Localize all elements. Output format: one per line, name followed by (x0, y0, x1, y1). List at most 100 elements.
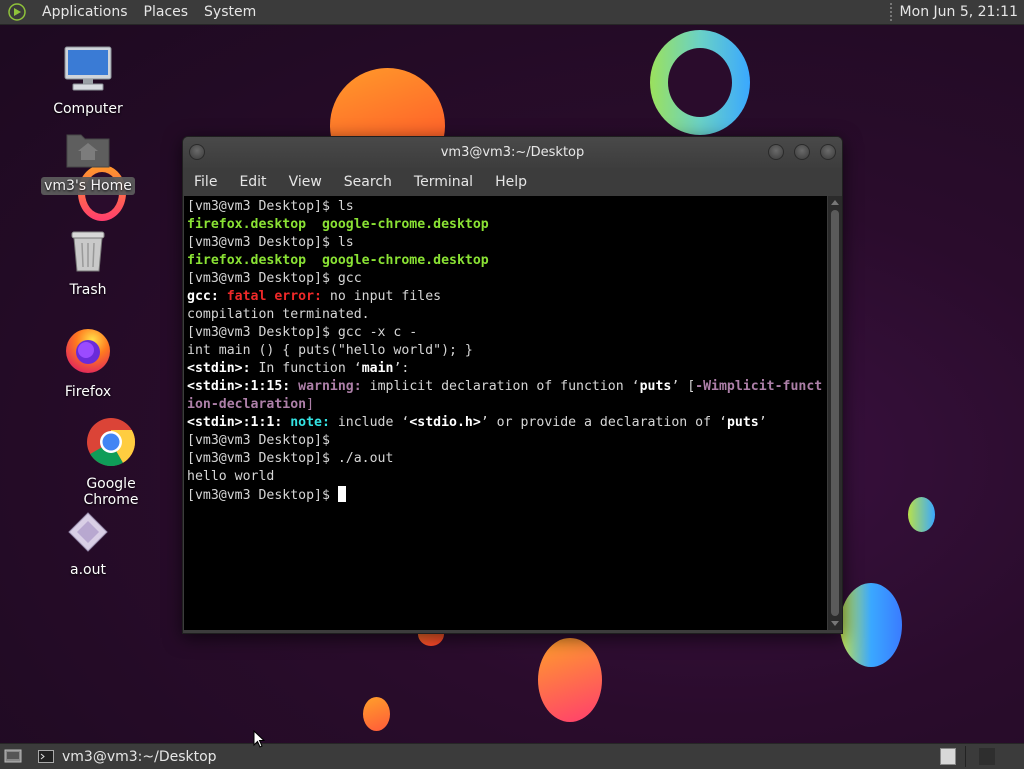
terminal-text: [vm3@vm3 Desktop]$ (187, 488, 338, 503)
wallpaper-ring (650, 30, 750, 135)
terminal-line: [vm3@vm3 Desktop]$ (187, 486, 827, 505)
desktop-icon-chrome[interactable]: Google Chrome (56, 417, 166, 509)
terminal-line: [vm3@vm3 Desktop]$ ls (187, 198, 827, 216)
window-title: vm3@vm3:~/Desktop (440, 145, 585, 160)
terminal-text: ’: (393, 361, 410, 376)
window-titlebar[interactable]: vm3@vm3:~/Desktop (183, 137, 842, 168)
terminal-text: <stdin>:1:1: (187, 415, 291, 430)
taskbar-button-terminal[interactable]: vm3@vm3:~/Desktop (38, 746, 217, 767)
workspace-separator (965, 746, 966, 767)
places-menu[interactable]: Places (136, 0, 197, 25)
bottom-panel: vm3@vm3:~/Desktop (0, 743, 1024, 769)
terminal-line: [vm3@vm3 Desktop]$ gcc -x c - (187, 324, 827, 342)
terminal-text: warning: (298, 379, 370, 394)
terminal-menubar: File Edit View Search Terminal Help (183, 168, 842, 196)
terminal-text: <stdio.h> (409, 415, 481, 430)
terminal-text: compilation terminated. (187, 307, 370, 322)
terminal-text: [vm3@vm3 Desktop]$ (187, 433, 330, 448)
wallpaper-shape (908, 497, 935, 532)
terminal-text: <stdin>: (187, 361, 251, 376)
desktop-icon-label: Trash (69, 282, 107, 298)
terminal-text: -Wimplicit-funct (695, 379, 823, 394)
wallpaper-shape (840, 583, 902, 667)
desktop-icon-home[interactable]: vm3's Home (33, 129, 143, 195)
terminal-line: [vm3@vm3 Desktop]$ ls (187, 234, 827, 252)
computer-icon (64, 46, 112, 91)
terminal-line: firefox.desktop google-chrome.desktop (187, 216, 827, 234)
terminal-line: hello world (187, 468, 827, 486)
workspace-2[interactable] (979, 748, 995, 765)
terminal-text: [vm3@vm3 Desktop]$ ls (187, 199, 354, 214)
terminal-text: ’ or provide a declaration of ‘ (480, 415, 727, 430)
close-icon[interactable] (820, 144, 836, 160)
terminal-line: firefox.desktop google-chrome.desktop (187, 252, 827, 270)
home-folder-icon (66, 134, 110, 168)
terminal-text: puts (726, 415, 759, 430)
wallpaper-shape (538, 638, 602, 722)
terminal-icon (38, 750, 54, 763)
minimize-icon[interactable] (768, 144, 784, 160)
terminal-line: int main () { puts("hello world"); } (187, 342, 827, 360)
menu-edit[interactable]: Edit (228, 174, 277, 190)
menu-search[interactable]: Search (333, 174, 403, 190)
terminal-text: ’ [ (671, 379, 696, 394)
terminal-line: gcc: fatal error: no input files (187, 288, 827, 306)
terminal-text: firefox.desktop google-chrome.desktop (187, 253, 489, 268)
terminal-text: gcc: (187, 289, 227, 304)
menu-terminal[interactable]: Terminal (403, 174, 484, 190)
menu-view[interactable]: View (278, 174, 333, 190)
chrome-icon (87, 418, 136, 467)
executable-icon (68, 512, 108, 552)
wallpaper-shape (363, 697, 390, 731)
terminal-text: implicit declaration of function ‘ (369, 379, 640, 394)
terminal-text: no input files (329, 289, 442, 304)
maximize-icon[interactable] (794, 144, 810, 160)
terminal-text: hello world (187, 469, 275, 484)
desktop-icon-a-out[interactable]: a.out (33, 511, 143, 579)
terminal-text: firefox.desktop google-chrome.desktop (187, 217, 489, 232)
distro-logo-icon[interactable] (8, 3, 26, 21)
terminal-cursor (337, 486, 346, 502)
terminal-output[interactable]: [vm3@vm3 Desktop]$ ls firefox.desktop goo… (184, 196, 827, 630)
trash-icon (71, 231, 105, 272)
menu-file[interactable]: File (183, 174, 228, 190)
terminal-line: ion-declaration] (187, 396, 827, 414)
terminal-text: int main () { puts("hello world"); } (187, 343, 473, 358)
scroll-up-icon[interactable] (831, 200, 839, 205)
terminal-line: [vm3@vm3 Desktop]$ ./a.out (187, 450, 827, 468)
desktop-icon-label: a.out (70, 562, 106, 578)
applications-menu[interactable]: Applications (34, 0, 136, 25)
terminal-text: ion-declaration (187, 397, 307, 412)
mouse-pointer-icon (253, 730, 265, 748)
panel-separator (889, 3, 892, 21)
top-panel: Applications Places System Mon Jun 5, 21… (0, 0, 1024, 25)
desktop-icon-trash[interactable]: Trash (33, 229, 143, 299)
terminal-text: note: (290, 415, 338, 430)
terminal-text: [vm3@vm3 Desktop]$ ls (187, 235, 354, 250)
terminal-window: vm3@vm3:~/Desktop File Edit View Search … (182, 136, 843, 634)
desktop-icon-computer[interactable]: Computer (33, 46, 143, 118)
scroll-down-icon[interactable] (831, 621, 839, 626)
terminal-text: include ‘ (337, 415, 410, 430)
firefox-icon (66, 329, 110, 373)
terminal-text: ] (306, 397, 315, 412)
desktop-icon-label: Google Chrome (83, 476, 139, 508)
terminal-scrollbar[interactable] (828, 196, 842, 630)
show-desktop-icon[interactable] (4, 748, 22, 764)
desktop-icon-label: Firefox (64, 384, 112, 400)
desktop-icon-label: Computer (53, 101, 123, 117)
desktop-icon-firefox[interactable]: Firefox (33, 325, 143, 401)
terminal-text: ’ (758, 415, 767, 430)
system-menu[interactable]: System (196, 0, 264, 25)
scrollbar-thumb[interactable] (831, 210, 839, 616)
clock[interactable]: Mon Jun 5, 21:11 (900, 4, 1018, 20)
terminal-text: In function ‘ (250, 361, 362, 376)
taskbar-label: vm3@vm3:~/Desktop (62, 748, 217, 765)
terminal-text: [vm3@vm3 Desktop]$ gcc (187, 271, 362, 286)
workspace-1[interactable] (940, 748, 956, 765)
menu-help[interactable]: Help (484, 174, 538, 190)
terminal-text: fatal error: (226, 289, 330, 304)
terminal-line: <stdin>:1:1: note: include ‘<stdio.h>’ o… (187, 414, 827, 432)
window-menu-icon[interactable] (189, 144, 205, 160)
terminal-line: [vm3@vm3 Desktop]$ (187, 432, 827, 450)
